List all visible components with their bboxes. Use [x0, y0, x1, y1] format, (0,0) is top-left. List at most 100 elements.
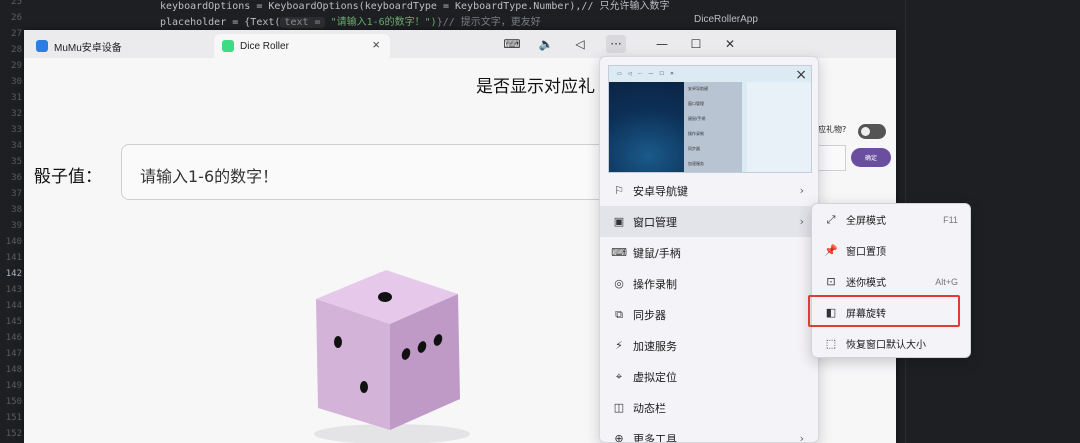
tab-label: Dice Roller	[240, 40, 289, 52]
preview-icon: ▭	[617, 71, 622, 77]
preview-icon: ◁	[627, 71, 632, 77]
line-number: 30	[11, 77, 22, 87]
close-preview-icon[interactable]: ×	[795, 67, 807, 83]
menu-item-label: 安卓导航键	[633, 184, 688, 198]
window-management-submenu: ⤢ 全屏模式 F11 📌 窗口置顶 ⊡ 迷你模式 Alt+G ◧ 屏幕旋转 ⬚ …	[811, 203, 971, 358]
input-placeholder: 请输入1-6的数字！	[140, 167, 279, 186]
line-number: 39	[11, 221, 22, 231]
submenu-item-label: 恢复窗口默认大小	[846, 340, 926, 351]
close-window-button[interactable]: ✕	[720, 35, 740, 53]
gift-toggle[interactable]	[858, 124, 886, 139]
line-number: 31	[11, 93, 22, 103]
menu-item-virtual-location[interactable]: ⌖ 虚拟定位	[600, 361, 818, 392]
fullscreen-icon: ⤢	[826, 212, 836, 226]
preview-app-area	[747, 82, 811, 172]
mumu-app-icon	[36, 40, 48, 52]
chevron-right-icon: ›	[799, 184, 804, 197]
line-number: 147	[5, 349, 22, 359]
menu-item-label: 动态栏	[633, 401, 666, 415]
menu-item-android-nav[interactable]: ⚐ 安卓导航键 ›	[600, 175, 818, 206]
line-number: 145	[5, 317, 22, 327]
menu-item-label: 加速服务	[633, 339, 677, 353]
panel-title: DiceRollerApp	[694, 14, 758, 25]
back-icon[interactable]: ◁	[570, 35, 590, 53]
volume-icon[interactable]: 🔈	[536, 35, 556, 53]
preview-item: 窗口管理	[688, 101, 704, 106]
dice-pip	[378, 292, 392, 302]
line-number: 35	[11, 157, 22, 167]
shortcut-key: Alt+G	[935, 276, 958, 287]
dice-pip	[334, 336, 342, 348]
tab-dice-roller[interactable]: Dice Roller ×	[214, 34, 390, 58]
line-number: 150	[5, 397, 22, 407]
line-number: 26	[11, 13, 22, 23]
tab-label: MuMu安卓设备	[54, 42, 122, 54]
nav-keys-icon: ⚐	[614, 184, 624, 197]
more-tools-icon: ⊕	[614, 432, 624, 443]
preview-icon: ✕	[669, 71, 675, 77]
chevron-right-icon: ›	[799, 215, 804, 228]
close-tab-icon[interactable]: ×	[372, 38, 380, 51]
more-options-menu: ▭ ◁ ··· — ☐ ✕ × 安卓导航键 窗口管理 键鼠/手柄 操作录制 同步器 加速服…	[599, 56, 819, 443]
keyboard-icon[interactable]: ⌨	[502, 35, 522, 53]
menu-item-label: 虚拟定位	[633, 370, 677, 384]
menu-item-label: 键鼠/手柄	[633, 246, 681, 260]
annotation-highlight-box	[808, 295, 960, 327]
line-number: 148	[5, 365, 22, 375]
line-number: 32	[11, 109, 22, 119]
preview-item: 同步器	[688, 146, 700, 151]
line-number: 29	[11, 61, 22, 71]
line-number: 27	[11, 29, 22, 39]
preview-icon: —	[648, 71, 654, 77]
sync-icon: ⧉	[615, 307, 623, 321]
submenu-item-label: 迷你模式	[846, 278, 886, 289]
menu-item-recording[interactable]: ◎ 操作录制	[600, 268, 818, 299]
maximize-button[interactable]: ☐	[686, 35, 706, 53]
submenu-item-mini-mode[interactable]: ⊡ 迷你模式 Alt+G	[812, 266, 970, 297]
line-number: 33	[11, 125, 22, 135]
line-number: 140	[5, 237, 22, 247]
menu-item-acceleration[interactable]: ⚡ 加速服务	[600, 330, 818, 361]
preview-menu: 安卓导航键 窗口管理 键鼠/手柄 操作录制 同步器 加速服务	[684, 82, 742, 172]
preview-item: 加速服务	[688, 161, 704, 166]
line-number: 149	[5, 381, 22, 391]
line-number: 38	[11, 205, 22, 215]
menu-item-more-tools[interactable]: ⊕ 更多工具 ›	[600, 423, 818, 443]
lightning-icon: ⚡	[615, 339, 623, 352]
window-preview: ▭ ◁ ··· — ☐ ✕ × 安卓导航键 窗口管理 键鼠/手柄 操作录制 同步器 加速服…	[608, 65, 812, 173]
preview-item: 键鼠/手柄	[688, 116, 706, 121]
menu-item-label: 更多工具	[633, 432, 677, 443]
more-options-button[interactable]: ···	[606, 35, 626, 53]
record-icon: ◎	[614, 277, 624, 290]
submenu-item-restore-size[interactable]: ⬚ 恢复窗口默认大小	[812, 328, 970, 359]
submenu-item-label: 全屏模式	[846, 216, 886, 227]
keyboard-icon: ⌨	[611, 246, 627, 259]
line-number: 142	[5, 269, 22, 279]
minimize-button[interactable]: —	[652, 35, 672, 53]
tab-mumu-device[interactable]: MuMu安卓设备	[36, 34, 206, 58]
line-number: 152	[5, 429, 22, 439]
preview-toolbar: ▭ ◁ ··· — ☐ ✕	[609, 68, 759, 80]
line-number: 25	[11, 0, 22, 7]
shortcut-key: F11	[943, 214, 958, 225]
menu-item-dynamic-bar[interactable]: ◫ 动态栏	[600, 392, 818, 423]
code-line: keyboardOptions = KeyboardOptions(keyboa…	[160, 1, 670, 12]
android-app-icon	[222, 40, 234, 52]
page-title: 是否显示对应礼	[476, 77, 595, 97]
dice-image	[314, 270, 470, 443]
secondary-input[interactable]	[818, 145, 846, 171]
line-number: 37	[11, 189, 22, 199]
menu-item-synchronizer[interactable]: ⧉ 同步器	[600, 299, 818, 330]
preview-item: 操作录制	[688, 131, 704, 136]
submenu-item-fullscreen[interactable]: ⤢ 全屏模式 F11	[812, 204, 970, 235]
preview-item: 安卓导航键	[688, 86, 708, 91]
dice-value-input[interactable]: 请输入1-6的数字！	[121, 144, 621, 200]
code-line: placeholder = {Text(text = "请输入1-6的数字！")…	[160, 17, 541, 28]
gift-question-text: 应礼物?	[818, 125, 847, 134]
submenu-item-label: 窗口置顶	[846, 247, 886, 258]
dice-pip	[360, 381, 368, 393]
submenu-item-pin-window[interactable]: 📌 窗口置顶	[812, 235, 970, 266]
menu-item-window-management[interactable]: ▣ 窗口管理 ›	[600, 206, 818, 237]
menu-item-keyboard-gamepad[interactable]: ⌨ 键鼠/手柄	[600, 237, 818, 268]
confirm-button[interactable]: 确定	[851, 148, 891, 167]
